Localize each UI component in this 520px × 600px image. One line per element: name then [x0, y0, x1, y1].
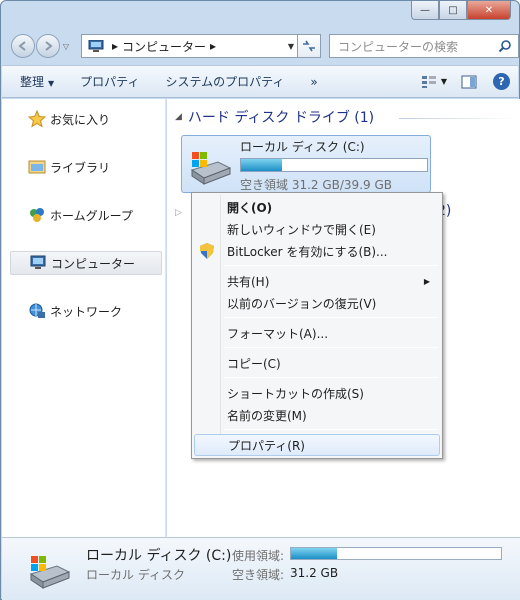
address-row: ▽ ▸ コンピューター ▸ ▼ コンピューターの検索	[11, 33, 519, 59]
free-space-value: 31.2 GB	[290, 566, 339, 580]
close-button[interactable]: ✕	[467, 1, 511, 20]
search-input[interactable]: コンピューターの検索	[329, 34, 519, 58]
drive-name: ローカル ディスク (C:)	[240, 140, 365, 154]
menu-item-restore-previous[interactable]: 以前のバージョンの復元(V)	[194, 292, 440, 314]
menu-separator	[224, 265, 438, 266]
search-placeholder: コンピューターの検索	[338, 39, 459, 54]
search-icon[interactable]	[498, 39, 512, 53]
menu-item-bitlocker[interactable]: BitLocker を有効にする(B)...	[194, 240, 440, 262]
sidebar-item-label: コンピューター	[51, 256, 136, 271]
refresh-button[interactable]	[297, 34, 321, 58]
menu-item-open-new-window[interactable]: 新しいウィンドウで開く(E)	[194, 218, 440, 240]
address-dropdown-icon[interactable]: ▼	[288, 42, 294, 51]
sidebar-item-favorites[interactable]: お気に入り	[10, 107, 162, 131]
view-options-icon[interactable]	[421, 75, 437, 89]
library-icon	[28, 160, 46, 174]
breadcrumb-arrow-end[interactable]: ▸	[210, 39, 216, 53]
chevron-down-icon: ▼	[48, 79, 55, 88]
sidebar-item-label: ホームグループ	[50, 208, 133, 223]
group-header-removable[interactable]: ▷ 2)	[175, 203, 451, 219]
submenu-arrow-icon: ▶	[423, 276, 430, 286]
homegroup-icon	[30, 208, 44, 222]
used-space-label: 使用領域:	[232, 549, 285, 563]
menu-separator	[224, 429, 438, 430]
command-bar: 整理 ▼ プロパティ システムのプロパティ » ▼ ?	[2, 65, 518, 98]
network-icon	[29, 303, 45, 318]
preview-pane-icon[interactable]	[461, 75, 477, 89]
back-arrow-icon	[18, 41, 26, 51]
view-dropdown-icon[interactable]: ▼	[441, 77, 447, 86]
menu-item-share[interactable]: 共有(H) ▶	[194, 270, 440, 292]
group-divider	[399, 118, 514, 119]
group-title: ハード ディスク ドライブ (1)	[187, 110, 375, 126]
drive-usage-bar	[240, 158, 428, 172]
hard-drive-icon	[29, 556, 71, 589]
sidebar-item-homegroup[interactable]: ホームグループ	[10, 203, 162, 227]
refresh-icon	[303, 40, 315, 52]
menu-item-rename[interactable]: 名前の変更(M)	[194, 404, 440, 426]
sidebar-item-label: ネットワーク	[50, 304, 123, 319]
details-type: ローカル ディスク	[86, 568, 185, 582]
context-menu: 開く(O) 新しいウィンドウで開く(E) BitLocker を有効にする(B)…	[191, 192, 443, 459]
minimize-button[interactable]: —	[411, 1, 439, 20]
organize-label: 整理	[20, 75, 45, 89]
organize-button[interactable]: 整理 ▼	[14, 70, 60, 93]
details-usage-bar	[290, 547, 502, 560]
uac-shield-icon	[200, 243, 214, 259]
menu-item-open[interactable]: 開く(O)	[194, 196, 440, 218]
menu-item-copy[interactable]: コピー(C)	[194, 352, 440, 374]
help-button[interactable]: ?	[493, 73, 510, 90]
navigation-pane: お気に入り ライブラリ ホームグループ コンピューター ネットワーク	[2, 99, 166, 537]
drive-tile-c[interactable]: ローカル ディスク (C:) 空き領域 31.2 GB/39.9 GB	[181, 135, 431, 193]
toolbar-right: ▼ ?	[407, 73, 510, 90]
menu-item-label: 共有(H)	[227, 274, 270, 289]
menu-separator	[224, 317, 438, 318]
sidebar-item-network[interactable]: ネットワーク	[10, 299, 162, 323]
collapse-triangle-icon[interactable]: ◢	[175, 112, 182, 122]
computer-icon	[30, 255, 46, 269]
group-header-hard-disks[interactable]: ◢ ハード ディスク ドライブ (1)	[175, 107, 374, 127]
maximize-button[interactable]: □	[439, 1, 467, 20]
star-icon	[28, 110, 46, 128]
menu-separator	[224, 377, 438, 378]
expand-triangle-icon[interactable]: ▷	[175, 208, 182, 218]
details-pane: ローカル ディスク (C:) ローカル ディスク 使用領域: 空き領域: 31.…	[2, 537, 520, 600]
hard-drive-icon	[190, 152, 232, 185]
breadcrumb-arrow[interactable]: ▸	[112, 39, 118, 53]
caption-buttons: — □ ✕	[411, 1, 511, 21]
sidebar-item-computer[interactable]: コンピューター	[10, 251, 162, 275]
recent-pages-dropdown[interactable]: ▽	[61, 42, 71, 51]
details-usage-fill	[291, 548, 338, 559]
more-commands-button[interactable]: »	[304, 72, 323, 92]
menu-item-create-shortcut[interactable]: ショートカットの作成(S)	[194, 382, 440, 404]
properties-button[interactable]: プロパティ	[74, 70, 145, 93]
drive-free-space: 空き領域 31.2 GB/39.9 GB	[240, 178, 392, 192]
sidebar-item-label: ライブラリ	[50, 160, 111, 175]
menu-separator	[224, 347, 438, 348]
menu-item-label: BitLocker を有効にする(B)...	[227, 244, 388, 259]
back-button[interactable]	[11, 34, 35, 58]
menu-item-format[interactable]: フォーマット(A)...	[194, 322, 440, 344]
free-space-label: 空き領域:	[232, 568, 285, 582]
forward-button[interactable]	[36, 34, 60, 58]
system-properties-button[interactable]: システムのプロパティ	[159, 70, 290, 93]
details-title: ローカル ディスク (C:)	[86, 548, 232, 564]
drive-usage-fill	[241, 159, 282, 171]
sidebar-item-label: お気に入り	[50, 112, 111, 127]
menu-item-properties[interactable]: プロパティ(R)	[194, 434, 440, 456]
address-bar[interactable]: ▸ コンピューター ▸ ▼	[81, 34, 299, 58]
computer-icon	[88, 39, 104, 52]
sidebar-item-libraries[interactable]: ライブラリ	[10, 155, 162, 179]
forward-arrow-icon	[45, 41, 53, 51]
breadcrumb-computer[interactable]: コンピューター	[122, 38, 206, 55]
explorer-window: — □ ✕ ▽ ▸ コンピューター ▸ ▼ コンピューターの検索 整理 ▼ プロパ…	[0, 0, 520, 600]
